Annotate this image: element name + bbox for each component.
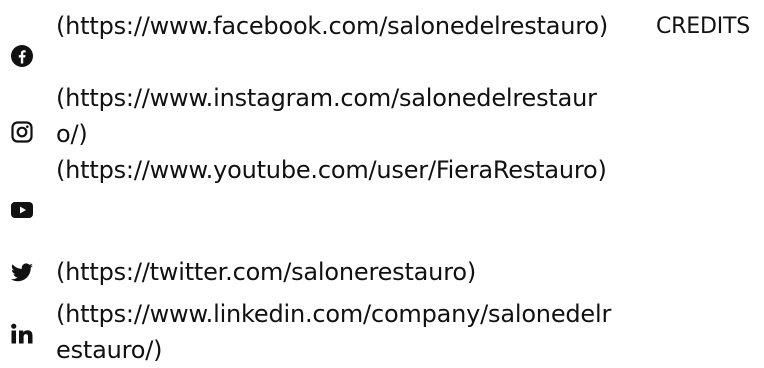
instagram-link[interactable]: (https://www.instagram.com/salonedelrest… (56, 80, 616, 152)
facebook-icon[interactable] (10, 44, 34, 68)
social-item-youtube: (https://www.youtube.com/user/FieraResta… (0, 152, 640, 224)
twitter-link[interactable]: (https://twitter.com/salonerestauro) (56, 254, 616, 290)
social-item-twitter: (https://twitter.com/salonerestauro) (0, 254, 640, 290)
youtube-link[interactable]: (https://www.youtube.com/user/FieraResta… (56, 152, 616, 188)
linkedin-link[interactable]: (https://www.linkedin.com/company/salone… (56, 296, 616, 368)
credits-link[interactable]: CREDITS (656, 12, 750, 42)
social-item-linkedin: (https://www.linkedin.com/company/salone… (0, 296, 640, 368)
instagram-icon[interactable] (10, 120, 34, 144)
social-item-facebook: (https://www.facebook.com/salonedelresta… (0, 8, 640, 80)
social-item-instagram: (https://www.instagram.com/salonedelrest… (0, 80, 640, 152)
twitter-icon[interactable] (10, 261, 34, 285)
facebook-link[interactable]: (https://www.facebook.com/salonedelresta… (56, 8, 616, 44)
youtube-icon[interactable] (10, 198, 34, 222)
linkedin-icon[interactable] (10, 322, 34, 346)
